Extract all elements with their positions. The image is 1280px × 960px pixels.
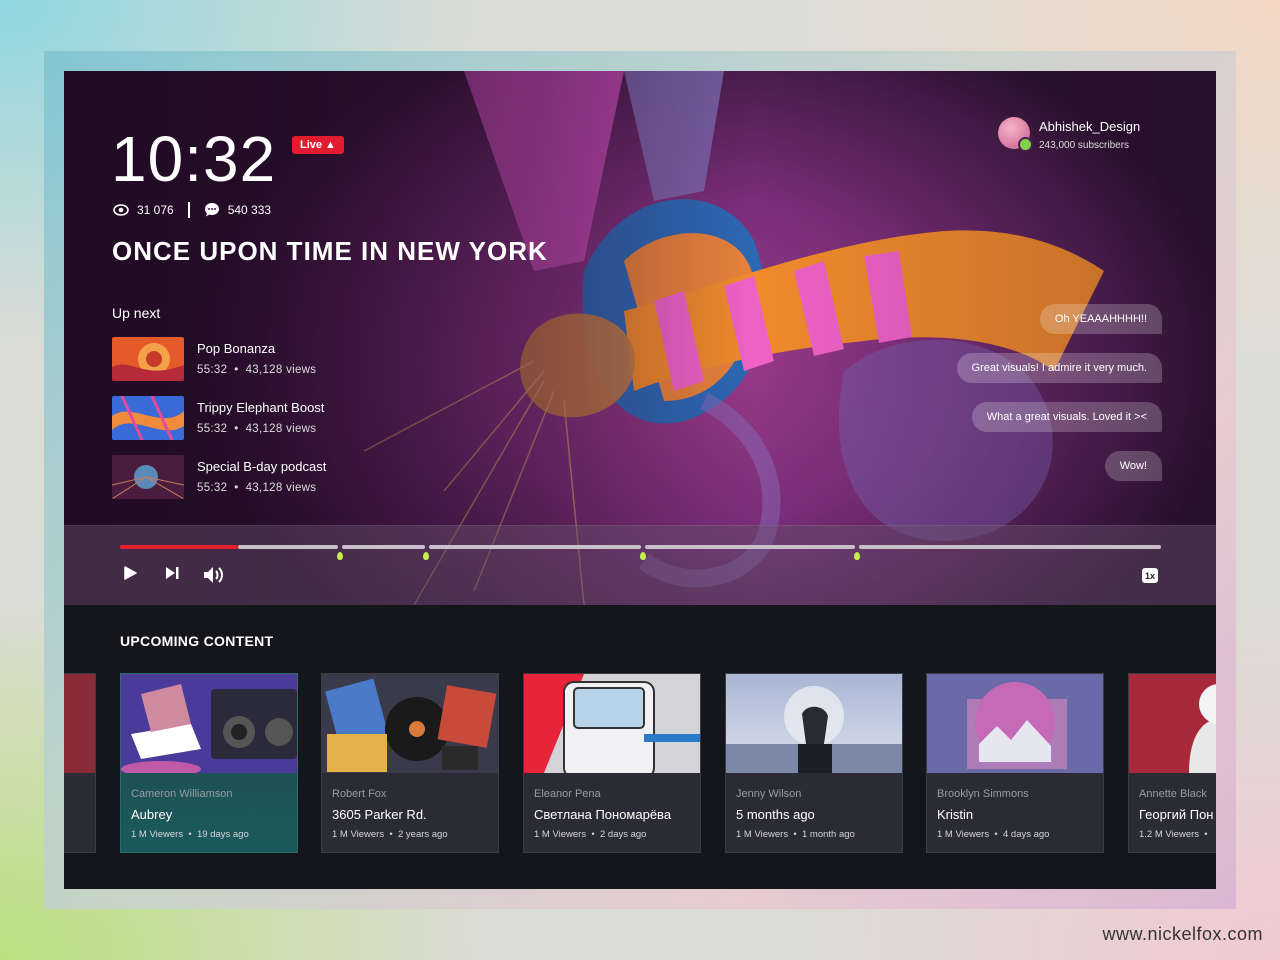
up-next-heading: Up next bbox=[112, 305, 161, 321]
live-label: Live bbox=[300, 139, 323, 151]
play-icon bbox=[124, 566, 137, 580]
playback-speed-button[interactable]: 1x bbox=[1142, 568, 1158, 583]
content-card[interactable]: Eleanor Pena Светлана Пономарёва 1 M Vie… bbox=[523, 673, 701, 853]
streaming-app: 10:32 Live ▲ 31 076 540 333 ONCE UPON TI… bbox=[64, 71, 1216, 889]
up-next-item[interactable]: Trippy Elephant Boost 55:32 • 43,128 vie… bbox=[112, 396, 324, 440]
content-card[interactable]: Cameron Williamson Aubrey 1 M Viewers • … bbox=[120, 673, 298, 853]
up-next-meta: 55:32 • 43,128 views bbox=[197, 482, 317, 494]
card-author: Eleanor Pena bbox=[534, 788, 601, 800]
card-thumbnail bbox=[64, 674, 95, 773]
chat-message: Wow! bbox=[1104, 451, 1162, 481]
video-player[interactable]: 10:32 Live ▲ 31 076 540 333 ONCE UPON TI… bbox=[64, 71, 1216, 605]
card-thumbnail bbox=[121, 674, 297, 773]
verified-badge-icon bbox=[1018, 137, 1033, 152]
eye-icon bbox=[113, 204, 129, 216]
channel-name: Abhishek_Design bbox=[1039, 119, 1141, 134]
chat-message: Great visuals! I admire it very much. bbox=[956, 353, 1162, 383]
stream-clock: 10:32 bbox=[111, 123, 277, 195]
card-thumbnail bbox=[1129, 674, 1216, 773]
card-title: Aubrey bbox=[131, 807, 173, 822]
comment-count: 540 333 bbox=[204, 202, 271, 218]
card-author: Jenny Wilson bbox=[736, 788, 802, 800]
card-thumbnail bbox=[927, 674, 1103, 773]
chapter-marker[interactable] bbox=[640, 552, 646, 560]
up-next-thumbnail bbox=[112, 455, 184, 499]
card-meta: 1 M Viewers • 2 years ago bbox=[332, 829, 448, 840]
flame-icon: ▲ bbox=[325, 139, 336, 151]
next-button[interactable] bbox=[165, 566, 180, 580]
player-controls: 1x bbox=[64, 525, 1216, 605]
upcoming-heading: UPCOMING CONTENT bbox=[120, 633, 274, 649]
chat-message: What a great visuals. Loved it >< bbox=[971, 402, 1162, 432]
play-button[interactable] bbox=[123, 566, 137, 580]
up-next-title: Pop Bonanza bbox=[197, 341, 276, 356]
progress-segment[interactable] bbox=[859, 545, 1161, 549]
card-title: Светлана Пономарёва bbox=[534, 807, 672, 822]
up-next-item[interactable]: Special B-day podcast 55:32 • 43,128 vie… bbox=[112, 455, 326, 499]
card-thumbnail bbox=[726, 674, 902, 773]
skip-next-icon bbox=[166, 567, 179, 579]
card-author: Brooklyn Simmons bbox=[937, 788, 1029, 800]
viewer-count: 31 076 bbox=[113, 203, 174, 217]
card-title: Kristin bbox=[937, 807, 974, 822]
chapter-marker[interactable] bbox=[423, 552, 429, 560]
stream-title: ONCE UPON TIME IN NEW YORK bbox=[112, 236, 548, 266]
card-meta: 1 M Viewers • 1 month ago bbox=[736, 829, 855, 840]
views-value: 31 076 bbox=[137, 203, 174, 217]
card-meta: 1 M Viewers • 2 days ago bbox=[534, 829, 647, 840]
up-next-item[interactable]: Pop Bonanza 55:32 • 43,128 views bbox=[112, 337, 316, 381]
card-author: Cameron Williamson bbox=[131, 788, 233, 800]
card-meta: 1 M Viewers • 19 days ago bbox=[131, 829, 249, 840]
site-watermark: www.nickelfox.com bbox=[1102, 924, 1263, 944]
progress-segment[interactable] bbox=[429, 545, 641, 549]
card-thumbnail bbox=[322, 674, 498, 773]
card-meta: 1.2 M Viewers • bbox=[1139, 829, 1208, 840]
progress-segment[interactable] bbox=[238, 545, 338, 549]
comments-value: 540 333 bbox=[227, 203, 272, 217]
card-author: Annette Black bbox=[1139, 788, 1207, 800]
card-title: 3605 Parker Rd. bbox=[332, 807, 427, 822]
stream-stats: 31 076 540 333 bbox=[113, 202, 271, 218]
channel-subscribers: 243,000 subscribers bbox=[1039, 140, 1130, 151]
content-card[interactable]: Annette Black Георгий Пон 1.2 M Viewers … bbox=[1128, 673, 1216, 853]
stats-divider bbox=[187, 202, 190, 218]
channel-avatar bbox=[998, 117, 1033, 152]
content-card[interactable]: Brooklyn Simmons Kristin 1 M Viewers • 4… bbox=[926, 673, 1104, 853]
chat-bubble-icon bbox=[204, 203, 219, 217]
content-card[interactable] bbox=[64, 673, 96, 853]
up-next-thumbnail bbox=[112, 396, 184, 440]
upcoming-carousel[interactable]: Cameron Williamson Aubrey 1 M Viewers • … bbox=[64, 673, 1216, 853]
content-card[interactable]: Robert Fox 3605 Parker Rd. 1 M Viewers •… bbox=[321, 673, 499, 853]
volume-button[interactable] bbox=[203, 566, 227, 584]
live-badge: Live ▲ bbox=[292, 136, 344, 154]
progress-segment[interactable] bbox=[645, 545, 855, 549]
up-next-title: Special B-day podcast bbox=[197, 459, 327, 474]
card-title: Георгий Пон bbox=[1139, 807, 1214, 822]
content-card[interactable]: Jenny Wilson 5 months ago 1 M Viewers • … bbox=[725, 673, 903, 853]
chat-message: Oh YEAAAHHHH!! bbox=[1039, 304, 1162, 334]
chapter-marker[interactable] bbox=[854, 552, 860, 560]
progress-played[interactable] bbox=[120, 545, 238, 549]
progress-segment[interactable] bbox=[342, 545, 425, 549]
up-next-meta: 55:32 • 43,128 views bbox=[197, 364, 317, 376]
card-author: Robert Fox bbox=[332, 788, 387, 800]
volume-icon bbox=[204, 567, 223, 583]
card-title: 5 months ago bbox=[736, 807, 815, 822]
up-next-thumbnail bbox=[112, 337, 184, 381]
card-meta: 1 M Viewers • 4 days ago bbox=[937, 829, 1050, 840]
channel-info[interactable]: Abhishek_Design 243,000 subscribers bbox=[998, 117, 1141, 152]
card-thumbnail bbox=[524, 674, 700, 773]
up-next-meta: 55:32 • 43,128 views bbox=[197, 423, 317, 435]
up-next-title: Trippy Elephant Boost bbox=[197, 400, 325, 415]
chapter-marker[interactable] bbox=[337, 552, 343, 560]
